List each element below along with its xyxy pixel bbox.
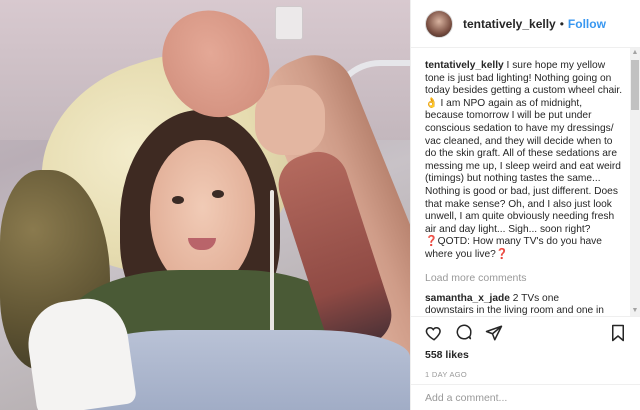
post-header: tentatively_kelly • Follow xyxy=(411,0,640,48)
photo-eye-left xyxy=(172,196,184,204)
action-icons xyxy=(425,317,627,349)
load-more-comments-button[interactable]: Load more comments xyxy=(425,272,623,284)
post-timestamp[interactable]: 1 DAY AGO xyxy=(425,370,627,379)
comment-input[interactable] xyxy=(425,391,627,404)
comments-scrollbar[interactable]: ▲ ▼ xyxy=(630,48,640,316)
scrollbar-thumb[interactable] xyxy=(631,60,639,110)
caption-text: I sure hope my yellow tone is just bad l… xyxy=(425,60,623,260)
share-plane-icon[interactable] xyxy=(485,324,503,342)
chevron-down-icon[interactable]: ▼ xyxy=(630,306,640,316)
likes-count[interactable]: 558 likes xyxy=(425,349,627,361)
comment-username[interactable]: samantha_x_jade xyxy=(425,293,510,304)
post-sidebar: tentatively_kelly • Follow tentatively_k… xyxy=(410,0,640,410)
caption-username[interactable]: tentatively_kelly xyxy=(425,60,504,71)
avatar[interactable] xyxy=(425,9,453,38)
comments-list[interactable]: tentatively_kelly I sure hope my yellow … xyxy=(411,48,629,316)
chevron-up-icon[interactable]: ▲ xyxy=(630,48,640,58)
comment-bubble-icon[interactable] xyxy=(455,324,473,342)
post-caption: tentatively_kelly I sure hope my yellow … xyxy=(425,60,623,262)
photo-hand xyxy=(255,85,325,155)
post-photo[interactable] xyxy=(0,0,410,410)
photo-face xyxy=(150,140,255,290)
photo-eye-right xyxy=(212,190,224,198)
photo-wall-outlet xyxy=(275,6,303,40)
heart-icon[interactable] xyxy=(425,324,443,342)
header-separator: • xyxy=(559,16,564,31)
list-item: samantha_x_jade 2 TVs one downstairs in … xyxy=(425,293,623,317)
bookmark-icon[interactable] xyxy=(609,324,627,342)
follow-button[interactable]: Follow xyxy=(568,17,606,31)
add-comment-bar xyxy=(411,384,640,410)
header-username[interactable]: tentatively_kelly xyxy=(463,17,556,31)
